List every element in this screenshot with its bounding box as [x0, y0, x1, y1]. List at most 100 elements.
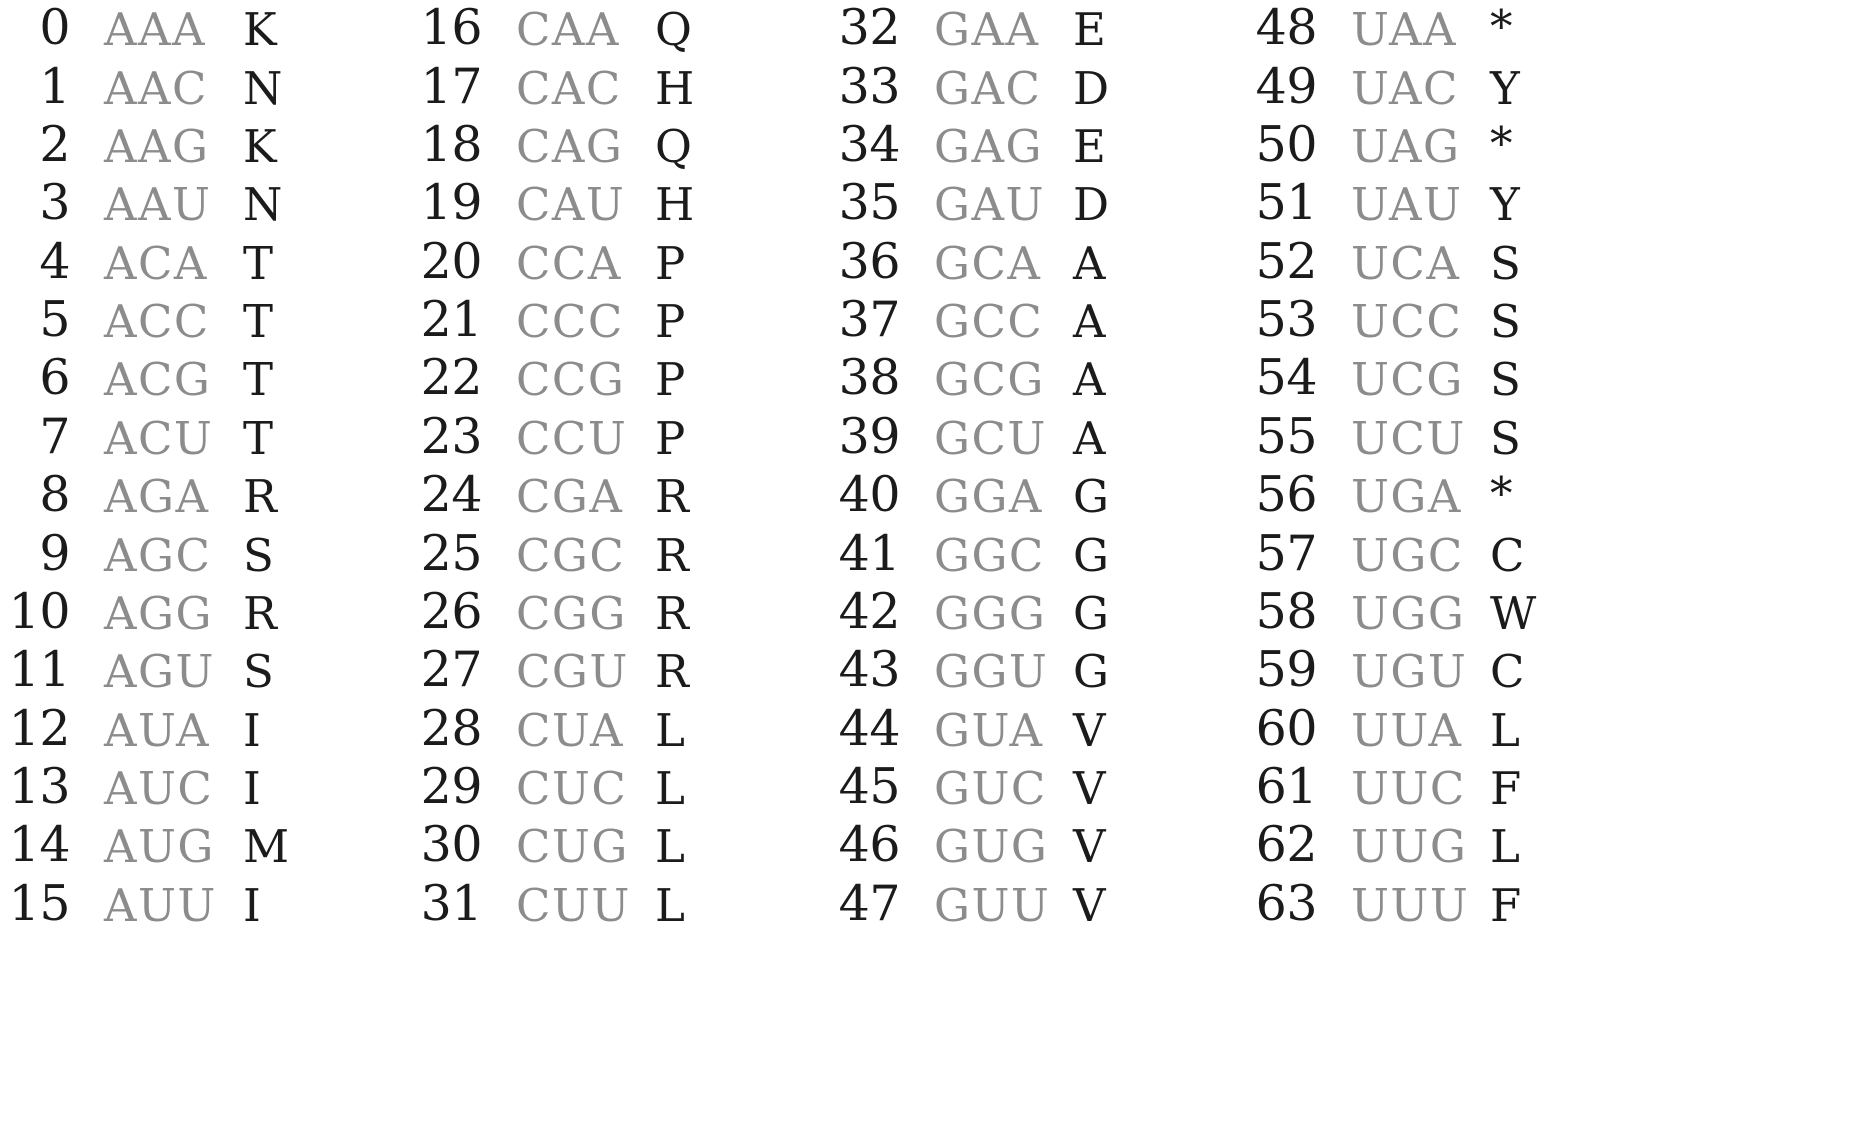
codon-sequence: AUC [104, 761, 214, 815]
codon-sequence: CCG [516, 353, 626, 407]
amino-acid-letter: E [1073, 120, 1106, 174]
codon-index: 11 [8, 641, 71, 699]
amino-acid-letter: D [1073, 61, 1110, 115]
amino-acid-letter: L [655, 703, 685, 757]
table-row: 5 ACC T 21 CCC P 37 GCC A 53 UCC S [0, 291, 1872, 356]
codon-index: 20 [420, 232, 483, 290]
codon-sequence: ACG [104, 353, 212, 407]
amino-acid-letter: A [1073, 295, 1106, 349]
stop-codon-symbol: * [1490, 0, 1513, 53]
amino-acid-letter: T [243, 353, 274, 407]
codon-sequence: CAC [516, 61, 622, 115]
codon-sequence: AUA [104, 703, 211, 757]
amino-acid-letter: C [1490, 528, 1525, 582]
codon-index: 48 [1255, 0, 1318, 57]
amino-acid-letter: I [243, 703, 261, 757]
codon-sequence: AUU [104, 878, 217, 932]
codon-index: 0 [39, 0, 70, 57]
codon-sequence: UAA [1351, 3, 1458, 57]
amino-acid-letter: P [655, 236, 686, 290]
codon-index: 12 [8, 699, 71, 757]
codon-sequence: GUU [934, 878, 1051, 932]
table-row: 1 AAC N 17 CAC H 33 GAC D 49 UAC Y [0, 61, 1872, 122]
amino-acid-letter: T [243, 295, 274, 349]
codon-sequence: CCU [516, 411, 628, 465]
codon-sequence: AGA [104, 470, 210, 524]
table-row: 14 AUG M 30 CUG L 46 GUG V 62 UUG L [0, 816, 1872, 881]
codon-index: 16 [420, 0, 483, 57]
amino-acid-letter: P [655, 411, 686, 465]
codon-index: 25 [420, 524, 483, 582]
codon-sequence: UUC [1351, 761, 1466, 815]
codon-sequence: AAG [104, 120, 210, 174]
codon-index: 50 [1255, 116, 1318, 174]
amino-acid-letter: S [1490, 411, 1521, 465]
codon-sequence: CAG [516, 120, 624, 174]
amino-acid-letter: I [243, 761, 261, 815]
codon-sequence: GGG [934, 586, 1047, 640]
amino-acid-letter: A [1073, 353, 1106, 407]
codon-index: 3 [39, 174, 70, 232]
amino-acid-letter: S [1490, 353, 1521, 407]
codon-sequence: GUG [934, 820, 1049, 874]
amino-acid-letter: C [1490, 645, 1525, 699]
codon-sequence: CGC [516, 528, 626, 582]
codon-index: 39 [838, 407, 901, 465]
codon-sequence: UCG [1351, 353, 1464, 407]
codon-sequence: CUC [516, 761, 628, 815]
codon-sequence: GGA [934, 470, 1043, 524]
codon-index: 26 [420, 582, 483, 640]
table-row: 9 AGC S 25 CGC R 41 GGC G 57 UGC C [0, 524, 1872, 589]
codon-index: 31 [420, 874, 483, 932]
codon-sequence: GUC [934, 761, 1047, 815]
codon-index: 55 [1255, 407, 1318, 465]
codon-sequence: UAC [1351, 61, 1459, 115]
codon-index: 53 [1255, 291, 1318, 349]
codon-sequence: ACA [104, 236, 208, 290]
codon-sequence: CUU [516, 878, 631, 932]
codon-sequence: ACC [104, 295, 210, 349]
codon-index: 47 [838, 874, 901, 932]
codon-index: 23 [420, 407, 483, 465]
codon-sequence: CGU [516, 645, 629, 699]
codon-index: 51 [1255, 174, 1318, 232]
codon-sequence: CAA [516, 3, 620, 57]
amino-acid-letter: S [243, 645, 274, 699]
codon-sequence: UUA [1351, 703, 1463, 757]
amino-acid-letter: H [655, 178, 695, 232]
amino-acid-letter: H [655, 61, 695, 115]
codon-sequence: GCA [934, 236, 1042, 290]
codon-sequence: UAU [1351, 178, 1463, 232]
codon-index: 40 [838, 466, 901, 524]
amino-acid-letter: Q [655, 120, 692, 174]
codon-index: 7 [39, 407, 70, 465]
codon-index: 24 [420, 466, 483, 524]
codon-index: 59 [1255, 641, 1318, 699]
codon-index: 4 [39, 232, 70, 290]
codon-index: 8 [39, 466, 70, 524]
amino-acid-letter: Y [1490, 178, 1520, 232]
codon-table-grid: 0 AAA K 16 CAA Q 32 GAA E 48 UAA * 1 AAC N 17 CAC H 33 GAC D… [0, 0, 1872, 1125]
amino-acid-letter: G [1073, 470, 1109, 524]
codon-sequence: CUG [516, 820, 629, 874]
codon-index: 13 [8, 757, 71, 815]
codon-sequence: GAU [934, 178, 1045, 232]
codon-index: 18 [420, 116, 483, 174]
amino-acid-letter: V [1073, 820, 1106, 874]
amino-acid-letter: R [243, 470, 277, 524]
codon-index: 42 [838, 582, 901, 640]
amino-acid-letter: Q [655, 3, 692, 57]
codon-index: 34 [838, 116, 901, 174]
codon-index: 43 [838, 641, 901, 699]
amino-acid-letter: N [243, 61, 283, 115]
codon-sequence: CAU [516, 178, 626, 232]
codon-index: 46 [838, 816, 901, 874]
codon-sequence: UGA [1351, 470, 1462, 524]
codon-index: 60 [1255, 699, 1318, 757]
table-row: 7 ACU T 23 CCU P 39 GCU A 55 UCU S [0, 407, 1872, 472]
codon-index: 37 [838, 291, 901, 349]
amino-acid-letter: V [1073, 878, 1106, 932]
amino-acid-letter: S [243, 528, 274, 582]
codon-index: 41 [838, 524, 901, 582]
amino-acid-letter: G [1073, 528, 1109, 582]
